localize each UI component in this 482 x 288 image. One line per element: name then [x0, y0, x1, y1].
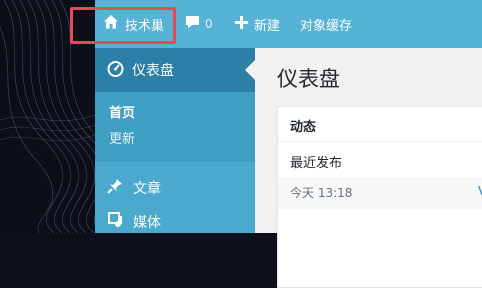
comment-icon: [185, 15, 200, 34]
highlight-box: [70, 7, 176, 44]
new-label: 新建: [254, 18, 281, 34]
menu-item-media[interactable]: 媒体: [95, 205, 255, 239]
activity-panel-title: 动态: [290, 120, 317, 135]
menu-item-media-label: 媒体: [133, 215, 161, 231]
menu-item-posts[interactable]: 文章: [95, 171, 255, 205]
submenu-item-home[interactable]: 首页: [109, 102, 135, 121]
comments-link[interactable]: 0: [185, 0, 213, 48]
recent-post-time: 今天 13:18: [290, 186, 353, 200]
admin-menu: 仪表盘 首页 更新 文章 媒体: [95, 48, 255, 233]
comments-count: 0: [205, 17, 213, 31]
recent-published-heading: 最近发布: [290, 156, 343, 171]
current-menu-arrow: [245, 60, 255, 80]
menu-item-dashboard[interactable]: 仪表盘: [95, 48, 255, 92]
activity-panel-header[interactable]: 动态: [278, 107, 482, 142]
dashboard-submenu: 首页 更新: [95, 92, 255, 162]
pushpin-icon: [107, 178, 123, 198]
dashboard-icon: [107, 60, 124, 81]
page-title: 仪表盘: [277, 67, 340, 91]
main-content: 仪表盘 动态 最近发布 今天 13:18 V: [255, 48, 482, 288]
submenu-item-updates[interactable]: 更新: [109, 128, 135, 147]
plus-icon: [235, 15, 248, 33]
activity-panel: 动态 最近发布 今天 13:18 V: [277, 106, 482, 288]
new-content-link[interactable]: 新建: [235, 0, 280, 48]
object-cache-link[interactable]: 对象缓存: [300, 0, 352, 48]
recent-post-row: 今天 13:18 V: [278, 177, 482, 209]
menu-item-posts-label: 文章: [133, 181, 161, 197]
menu-current-label: 仪表盘: [132, 63, 174, 79]
media-icon: [107, 212, 123, 232]
object-cache-label: 对象缓存: [300, 18, 353, 34]
recent-post-link[interactable]: V: [478, 184, 482, 198]
